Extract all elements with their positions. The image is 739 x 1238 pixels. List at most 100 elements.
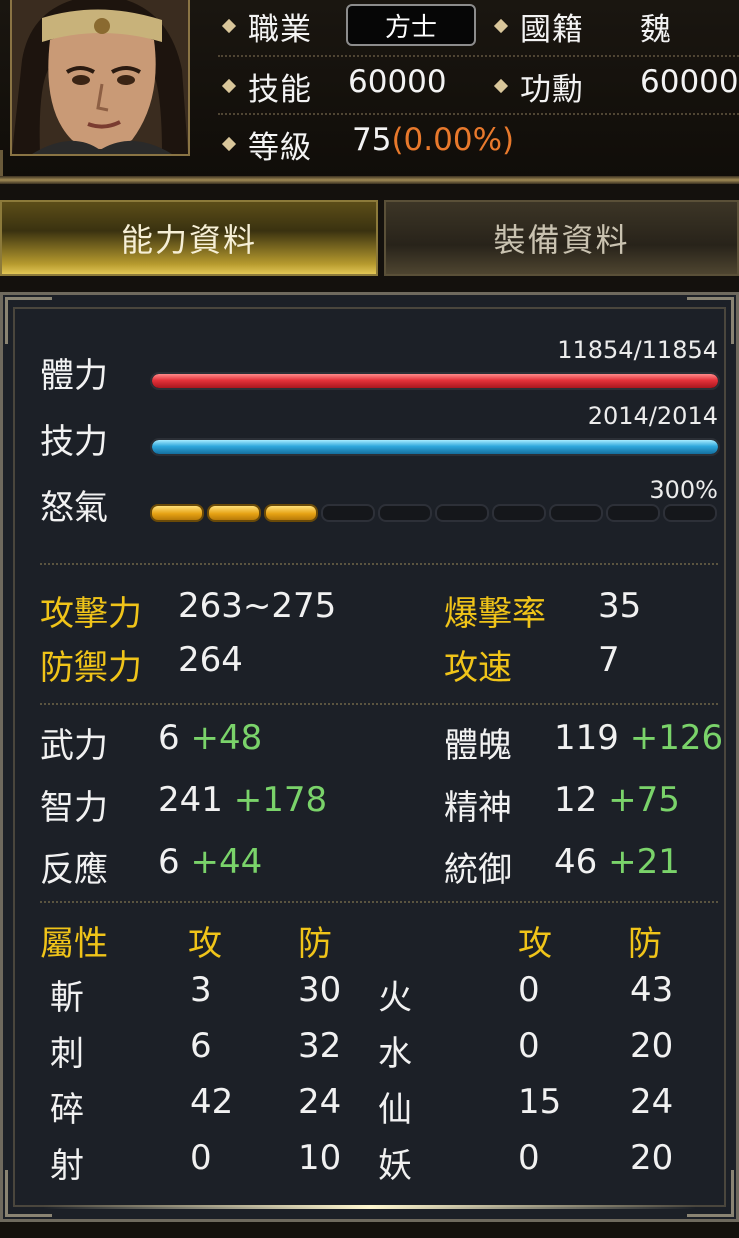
element-table-title: 屬性: [40, 924, 108, 964]
attr-value: 119 +126: [554, 718, 724, 758]
portrait-frame-ornament: [0, 150, 21, 179]
element-def: 20: [630, 1026, 674, 1066]
element-atk: 42: [190, 1082, 234, 1122]
level-percent: (0.00%): [391, 122, 515, 158]
panel-bottom-highlight: [43, 1205, 696, 1209]
element-def: 10: [298, 1138, 342, 1178]
rage-segment: [150, 504, 204, 522]
element-atk: 0: [190, 1138, 212, 1178]
crit-label: 爆擊率: [444, 594, 546, 634]
job-label: 職業: [248, 11, 312, 48]
rage-segment: [264, 504, 318, 522]
divider: [40, 901, 718, 903]
tab-ability[interactable]: 能力資料: [0, 200, 378, 276]
level-label: 等級: [248, 129, 312, 166]
element-atk: 0: [518, 970, 540, 1010]
character-portrait[interactable]: [10, 0, 190, 156]
attr-value: 46 +21: [554, 842, 680, 882]
attr-label: 統御: [444, 850, 512, 890]
nation-label: 國籍: [520, 11, 584, 48]
bullet-diamond-icon: [221, 136, 237, 152]
attr-value: 12 +75: [554, 780, 680, 820]
rage-segment: [378, 504, 432, 522]
job-badge: 方士: [346, 4, 476, 46]
rage-segment: [435, 504, 489, 522]
rage-value: 300%: [649, 476, 718, 504]
character-header: 職業 方士 國籍 魏 技能 60000 功勳 60000 等級 75(0.00%…: [0, 0, 739, 184]
tab-ability-label: 能力資料: [120, 221, 257, 259]
merit-label: 功勳: [520, 71, 584, 108]
attr-value: 6 +48: [158, 718, 263, 758]
attr-label: 智力: [40, 788, 108, 828]
element-name: 妖: [378, 1146, 412, 1186]
level-value-group: 75(0.00%): [352, 122, 514, 158]
skill-label: 技能: [248, 71, 312, 108]
element-def: 43: [630, 970, 674, 1010]
attack-label: 攻擊力: [40, 594, 142, 634]
divider: [40, 563, 718, 565]
bullet-diamond-icon: [493, 78, 509, 94]
rage-segment: [207, 504, 261, 522]
merit-value: 60000: [640, 64, 739, 100]
element-atk: 15: [518, 1082, 562, 1122]
element-def: 30: [298, 970, 342, 1010]
skill-row: 技能: [218, 58, 312, 114]
job-row: 職業: [218, 0, 312, 54]
bullet-diamond-icon: [221, 78, 237, 94]
rage-segment: [606, 504, 660, 522]
element-def: 32: [298, 1026, 342, 1066]
rage-segment: [663, 504, 717, 522]
element-def-header: 防: [298, 924, 332, 964]
job-value: 方士: [384, 12, 437, 43]
rage-bar: [150, 504, 717, 522]
crit-value: 35: [598, 586, 642, 626]
mp-value: 2014/2014: [587, 402, 718, 430]
divider: [218, 113, 739, 115]
element-atk: 6: [190, 1026, 212, 1066]
element-def: 24: [298, 1082, 342, 1122]
rage-segment: [492, 504, 546, 522]
attr-value: 241 +178: [158, 780, 328, 820]
element-atk-header: 攻: [518, 924, 552, 964]
element-def: 24: [630, 1082, 674, 1122]
rage-segment: [549, 504, 603, 522]
hp-bar: [150, 372, 720, 390]
portrait-image: [12, 0, 188, 154]
element-atk-header: 攻: [188, 924, 222, 964]
attr-label: 體魄: [444, 726, 512, 766]
attr-value: 6 +44: [158, 842, 263, 882]
mp-label: 技力: [40, 422, 108, 462]
divider: [218, 55, 739, 57]
nation-value: 魏: [640, 12, 671, 48]
tab-equipment[interactable]: 裝備資料: [384, 200, 739, 276]
divider: [40, 703, 718, 705]
mp-bar: [150, 438, 720, 456]
bullet-diamond-icon: [221, 18, 237, 34]
speed-value: 7: [598, 640, 620, 680]
hp-value: 11854/11854: [557, 336, 718, 364]
corner-ornament: [5, 297, 52, 344]
element-def: 20: [630, 1138, 674, 1178]
corner-ornament: [687, 1170, 734, 1217]
nation-row: 國籍: [490, 0, 584, 54]
element-name: 碎: [50, 1090, 84, 1130]
hp-bar-fill: [152, 374, 718, 388]
element-name: 水: [378, 1034, 412, 1074]
element-def-header: 防: [628, 924, 662, 964]
merit-row: 功勳: [490, 58, 584, 114]
attr-label: 精神: [444, 788, 512, 828]
element-name: 火: [378, 978, 412, 1018]
element-name: 仙: [378, 1090, 412, 1130]
rage-segment: [321, 504, 375, 522]
element-name: 刺: [50, 1034, 84, 1074]
rage-label: 怒氣: [40, 488, 108, 528]
skill-value: 60000: [348, 64, 447, 100]
element-atk: 0: [518, 1026, 540, 1066]
speed-label: 攻速: [444, 648, 512, 688]
element-name: 射: [50, 1146, 84, 1186]
attr-label: 反應: [40, 850, 108, 890]
defense-value: 264: [178, 640, 243, 680]
element-atk: 0: [518, 1138, 540, 1178]
corner-ornament: [5, 1170, 52, 1217]
hp-label: 體力: [40, 356, 108, 396]
